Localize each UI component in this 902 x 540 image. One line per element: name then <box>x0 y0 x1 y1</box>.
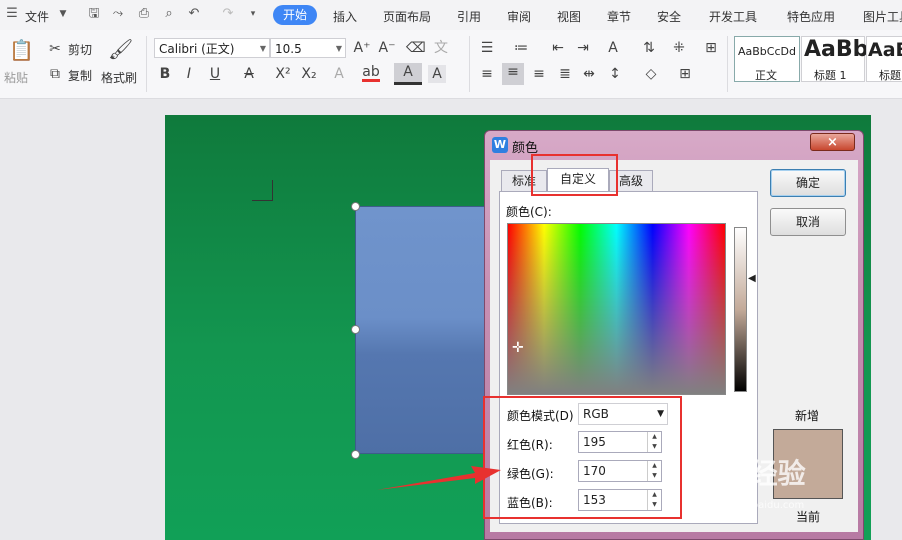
font-color-icon[interactable]: A <box>394 63 422 85</box>
style-normal[interactable]: AaBbCcDd 正文 <box>734 36 800 82</box>
tab-developer[interactable]: 开发工具 <box>709 8 757 25</box>
highlight-icon[interactable]: ab <box>362 65 380 82</box>
color-spectrum[interactable] <box>507 223 726 395</box>
tab-special[interactable]: 特色应用 <box>787 8 835 25</box>
style-preview: AaB <box>868 39 902 61</box>
sort-icon[interactable]: ⇅ <box>640 39 658 57</box>
font-name-value: Calibri (正文) <box>159 42 235 56</box>
save-icon[interactable]: 🖫 <box>86 6 102 22</box>
style-name: 标题 1 <box>814 69 847 82</box>
bold-icon[interactable]: B <box>156 65 174 83</box>
selected-shape[interactable] <box>355 206 490 454</box>
align-center-icon[interactable]: ≡ <box>502 63 524 85</box>
decrease-indent-icon[interactable]: ⇤ <box>549 39 567 57</box>
superscript-icon[interactable]: X² <box>274 65 292 83</box>
table-icon[interactable]: ⊞ <box>702 39 720 57</box>
shading-icon[interactable]: ◇ <box>642 65 660 83</box>
tab-chapter[interactable]: 章节 <box>607 8 631 25</box>
font-name-combo[interactable]: Calibri (正文) ▼ <box>154 38 270 58</box>
italic-icon[interactable]: I <box>180 65 198 83</box>
copy-button[interactable]: 复制 <box>68 67 92 84</box>
divider <box>469 36 470 92</box>
customize-icon[interactable]: ▾ <box>245 6 261 22</box>
baidu-watermark: Bai 经验 <box>690 457 806 490</box>
style-preview: AaBb <box>804 37 869 62</box>
slider-arrow-icon[interactable]: ◀ <box>748 273 756 284</box>
resize-handle[interactable] <box>351 325 360 334</box>
redo-icon[interactable]: ↷ <box>220 6 236 22</box>
distribute-icon[interactable]: ⇹ <box>580 65 598 83</box>
numbered-list-icon[interactable]: ≔ <box>512 39 530 57</box>
chevron-down-icon[interactable]: ▼ <box>55 6 71 22</box>
ribbon: 📋 粘贴 ✂ 剪切 ⧉ 复制 🖌 格式刷 Calibri (正文) ▼ 10.5 ▼… <box>0 30 902 99</box>
char-shading-icon[interactable]: A <box>428 65 446 83</box>
shrink-font-icon[interactable]: A⁻ <box>378 39 396 57</box>
tab-insert[interactable]: 插入 <box>333 8 357 25</box>
subscript-icon[interactable]: X₂ <box>300 65 318 83</box>
font-size-value: 10.5 <box>275 42 302 56</box>
undo-icon[interactable]: ↶ <box>186 6 202 22</box>
chinese-layout-icon[interactable]: A <box>604 39 622 57</box>
format-painter-button[interactable]: 格式刷 <box>101 69 137 86</box>
strikethrough-icon[interactable]: A <box>240 65 258 83</box>
phonetic-icon[interactable]: 文 <box>432 39 450 57</box>
tab-picture-tools[interactable]: 图片工具 <box>863 8 902 25</box>
tab-review[interactable]: 审阅 <box>507 8 531 25</box>
text-effect-icon[interactable]: A <box>330 65 348 83</box>
ok-button[interactable]: 确定 <box>770 169 846 197</box>
underline-icon[interactable]: U <box>206 65 224 83</box>
tab-page-layout[interactable]: 页面布局 <box>383 8 431 25</box>
tab-home[interactable]: 开始 <box>273 5 317 25</box>
tab-references[interactable]: 引用 <box>457 8 481 25</box>
style-name: 标题 <box>879 69 901 82</box>
cancel-button[interactable]: 取消 <box>770 208 846 236</box>
crosshair-icon: ✛ <box>512 340 524 356</box>
grow-font-icon[interactable]: A⁺ <box>353 39 371 57</box>
clear-format-icon[interactable]: ⌫ <box>406 39 426 57</box>
annotation-box <box>483 396 682 519</box>
luminance-slider[interactable] <box>734 227 747 392</box>
style-heading[interactable]: AaB 标题 <box>866 36 902 82</box>
paste-button[interactable]: 粘贴 <box>4 69 28 86</box>
close-button[interactable]: × <box>810 133 855 151</box>
wps-logo-icon: W <box>492 137 508 153</box>
chevron-down-icon: ▼ <box>259 44 266 53</box>
scissors-icon: ✂ <box>49 41 61 57</box>
watermark-url: jingyan.baidu.com <box>712 500 805 511</box>
increase-indent-icon[interactable]: ⇥ <box>574 39 592 57</box>
tab-view[interactable]: 视图 <box>557 8 581 25</box>
new-color-label: 新增 <box>795 409 820 423</box>
show-marks-icon[interactable]: ⁜ <box>670 39 688 57</box>
justify-icon[interactable]: ≣ <box>556 65 574 83</box>
font-size-combo[interactable]: 10.5 ▼ <box>270 38 346 58</box>
style-name: 正文 <box>755 69 777 82</box>
divider <box>146 36 147 92</box>
cut-button[interactable]: 剪切 <box>68 41 92 58</box>
paste-icon[interactable]: 📋 <box>9 38 34 62</box>
crop-mark <box>252 180 273 201</box>
align-right-icon[interactable]: ≡ <box>530 65 548 83</box>
divider <box>727 36 728 92</box>
menu-bar: ☰ 文件 ▼ 🖫 ⤳ ⎙ ⌕ ↶ ↷ ▾ 开始 插入 页面布局 引用 审阅 视图… <box>0 0 902 30</box>
bullet-list-icon[interactable]: ☰ <box>478 39 496 57</box>
line-spacing-icon[interactable]: ↕ <box>606 65 624 83</box>
preview-icon[interactable]: ⌕ <box>161 6 177 22</box>
resize-handle[interactable] <box>351 450 360 459</box>
file-menu[interactable]: 文件 <box>25 8 49 25</box>
tab-security[interactable]: 安全 <box>657 8 681 25</box>
annotation-arrow-icon <box>377 466 501 490</box>
chevron-down-icon: ▼ <box>335 44 342 53</box>
format-icon[interactable]: ⤳ <box>110 6 126 22</box>
print-icon[interactable]: ⎙ <box>136 6 152 22</box>
borders-icon[interactable]: ⊞ <box>676 65 694 83</box>
annotation-box <box>531 154 618 196</box>
style-heading-1[interactable]: AaBb 标题 1 <box>801 36 869 82</box>
copy-icon: ⧉ <box>50 66 60 82</box>
format-painter-icon: 🖌 <box>108 37 134 61</box>
align-left-icon[interactable]: ≡ <box>478 65 496 83</box>
color-label: 颜色(C): <box>506 205 552 219</box>
style-preview: AaBbCcDd <box>738 45 796 58</box>
resize-handle[interactable] <box>351 202 360 211</box>
menu-icon[interactable]: ☰ <box>4 6 20 22</box>
